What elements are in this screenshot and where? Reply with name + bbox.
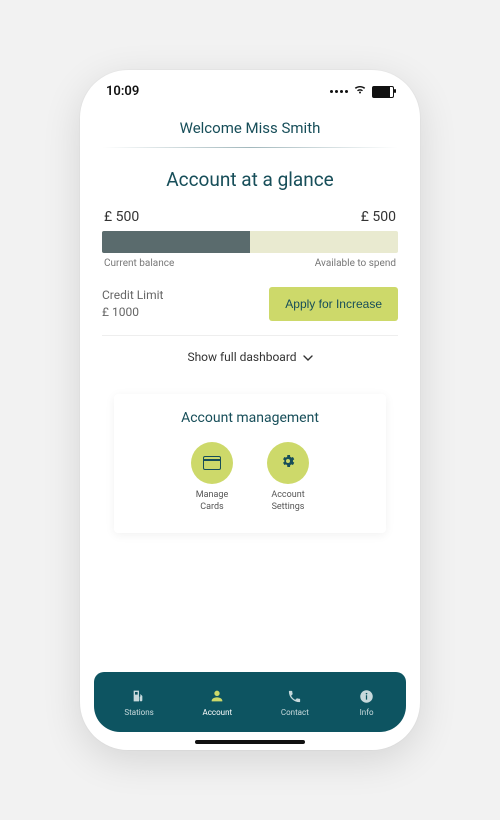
balance-bar-fill (102, 231, 250, 253)
battery-icon (372, 86, 394, 98)
status-time: 10:09 (106, 84, 139, 99)
available-label: Available to spend (315, 258, 396, 269)
available-amount: £ 500 (361, 209, 396, 225)
fuel-pump-icon (130, 687, 148, 705)
account-settings-button[interactable]: Account Settings (267, 442, 309, 513)
home-indicator[interactable] (195, 740, 305, 744)
nav-contact[interactable]: Contact (281, 687, 309, 717)
divider (102, 147, 398, 148)
current-balance-amount: £ 500 (104, 209, 139, 225)
nav-stations[interactable]: Stations (124, 687, 153, 717)
nav-label: Info (360, 708, 374, 717)
credit-limit-label: Credit Limit (102, 288, 163, 302)
welcome-text: Welcome Miss Smith (102, 109, 398, 147)
account-settings-label: Account Settings (271, 490, 304, 513)
manage-cards-button[interactable]: Manage Cards (191, 442, 233, 513)
account-management-card: Account management Manage Cards (114, 394, 386, 533)
glance-title: Account at a glance (102, 168, 398, 191)
wifi-icon (353, 84, 367, 99)
status-indicators (330, 84, 394, 99)
gear-icon (280, 453, 296, 473)
management-title: Account management (126, 410, 374, 426)
show-full-dashboard[interactable]: Show full dashboard (102, 336, 398, 378)
nav-label: Account (203, 708, 233, 717)
show-full-label: Show full dashboard (187, 350, 296, 364)
bottom-nav: Stations Account Contact Info (94, 672, 406, 732)
phone-icon (286, 687, 304, 705)
person-icon (208, 687, 226, 705)
notch (175, 70, 325, 94)
cellular-icon (330, 90, 348, 93)
phone-frame: 10:09 Welcome Miss Smith Account at a gl… (80, 70, 420, 750)
current-balance-label: Current balance (104, 258, 174, 269)
apply-increase-button[interactable]: Apply for Increase (269, 287, 398, 321)
chevron-down-icon (303, 350, 313, 364)
nav-info[interactable]: Info (358, 687, 376, 717)
nav-account[interactable]: Account (203, 687, 233, 717)
nav-label: Stations (124, 708, 153, 717)
balance-bar (102, 231, 398, 253)
credit-limit: Credit Limit £ 1000 (102, 287, 163, 321)
info-icon (358, 687, 376, 705)
balance-label-row: Current balance Available to spend (102, 253, 398, 269)
credit-limit-value: £ 1000 (102, 305, 139, 319)
manage-cards-label: Manage Cards (196, 490, 228, 513)
balance-amount-row: £ 500 £ 500 (102, 209, 398, 231)
card-icon (203, 456, 221, 470)
nav-label: Contact (281, 708, 309, 717)
